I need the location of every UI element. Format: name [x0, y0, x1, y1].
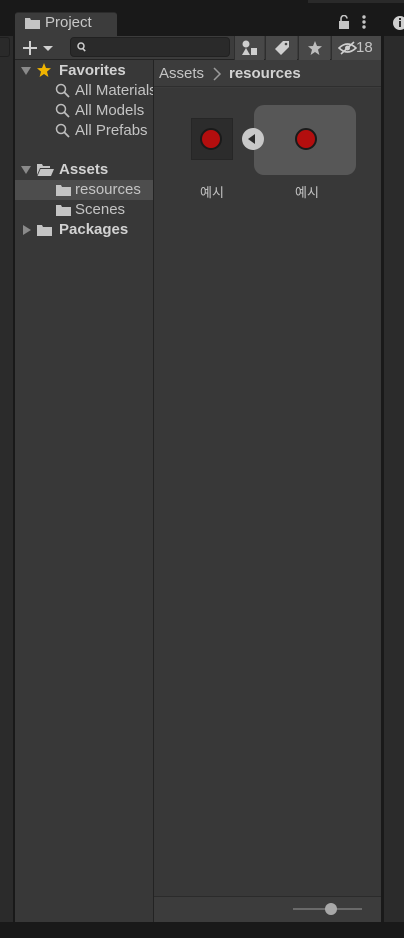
breadcrumb-item-resources[interactable]: resources [229, 65, 301, 82]
prefab-icon [200, 128, 222, 150]
tree-item-label: resources [75, 181, 141, 198]
eye-slash-icon [338, 41, 357, 55]
star-icon [37, 63, 51, 77]
adjacent-panel-edge [308, 0, 404, 3]
adjacent-panel-field[interactable] [0, 37, 10, 57]
tree-item-label: All Materials [75, 82, 153, 99]
adjacent-panel [0, 36, 13, 922]
tab-label: Project [45, 14, 92, 31]
chevron-right-icon [213, 67, 222, 81]
arrow-left-icon [248, 134, 255, 144]
folder-icon [56, 185, 71, 196]
tree-item-packages[interactable]: Packages [15, 220, 153, 240]
search-icon [55, 123, 70, 138]
prefab-icon [295, 128, 317, 150]
tree-item-label: Scenes [75, 201, 126, 218]
shapes-icon [242, 40, 257, 55]
asset-label[interactable]: 예시 [277, 182, 337, 201]
tree-item-all-models[interactable]: All Models [15, 101, 153, 121]
folder-icon [37, 225, 52, 236]
add-dropdown-button[interactable] [20, 38, 56, 58]
tree-item-label: All Prefabs [75, 122, 148, 139]
status-bar [0, 922, 404, 938]
tree-item-all-materials[interactable]: All Materials [15, 81, 153, 101]
folder-icon [25, 18, 40, 29]
asset-label[interactable]: 예시 [182, 182, 242, 201]
info-icon[interactable] [390, 15, 404, 31]
zoom-slider-handle[interactable] [324, 903, 337, 915]
save-favorite-button[interactable] [298, 36, 330, 60]
folder-icon [56, 205, 71, 216]
tree-item-favorites[interactable]: Favorites [15, 61, 153, 81]
folder-open-icon [37, 164, 54, 176]
expand-arrow-icon[interactable] [21, 166, 31, 174]
expand-arrow-icon[interactable] [21, 67, 31, 75]
tree-item-resources[interactable]: resources [15, 180, 153, 200]
tree-item-assets[interactable]: Assets [15, 160, 153, 180]
tree-item-label: Packages [59, 221, 129, 238]
tree-item-label: All Models [75, 102, 145, 119]
search-icon [77, 42, 86, 52]
search-icon [55, 83, 70, 98]
lock-icon[interactable] [337, 15, 351, 29]
adjacent-panel [384, 36, 404, 922]
tree-item-label: Favorites [59, 62, 126, 79]
star-icon [308, 41, 322, 55]
filter-by-label-button[interactable] [265, 36, 297, 60]
asset-grid [154, 88, 381, 896]
search-input[interactable] [70, 37, 230, 57]
tree-item-all-prefabs[interactable]: All Prefabs [15, 121, 153, 141]
kebab-menu-icon[interactable] [359, 14, 369, 30]
tag-icon [275, 41, 289, 55]
filter-by-type-button[interactable] [234, 36, 264, 60]
tree-item-label: Assets [59, 161, 109, 178]
breadcrumb-item-assets[interactable]: Assets [159, 65, 204, 82]
search-icon [55, 103, 70, 118]
expand-arrow-icon[interactable] [23, 225, 31, 235]
hidden-packages-count: 18 [356, 39, 373, 56]
tree-item-scenes[interactable]: Scenes [15, 200, 153, 220]
